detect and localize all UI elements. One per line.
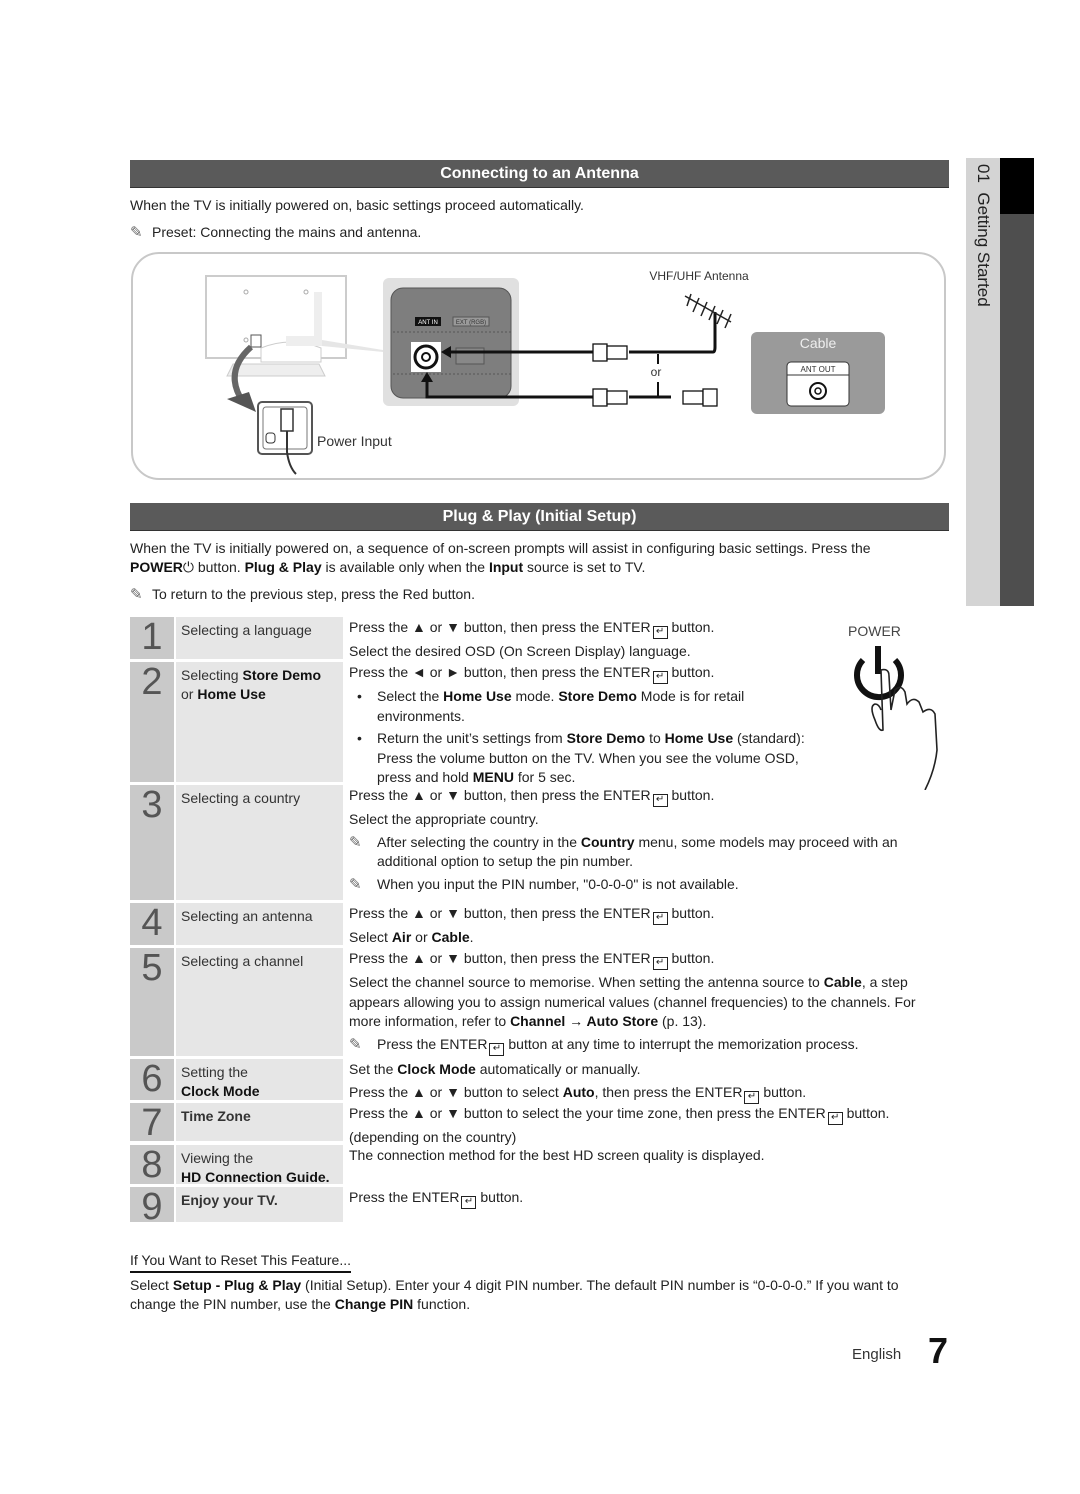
cable-label: Cable [800, 335, 837, 351]
step-row: 4 Selecting an antenna Press the ▲ or ▼ … [130, 903, 949, 945]
plug-play-intro: When the TV is initially powered on, a s… [130, 540, 871, 575]
power-input-illustration [257, 401, 313, 475]
step-title: Setting the Clock Mode [176, 1059, 343, 1100]
power-input-label: Power Input [317, 433, 392, 449]
step-title: Selecting a country [176, 785, 343, 900]
step-description: Press the ▲ or ▼ button, then press the … [349, 949, 949, 1059]
plug-play-note: ✎ To return to the previous step, press t… [130, 586, 475, 603]
step-number: 9 [130, 1187, 174, 1227]
step-number: 1 [130, 617, 174, 659]
enter-icon: ↵ [461, 1196, 477, 1209]
step-row: 3 Selecting a country Press the ▲ or ▼ b… [130, 785, 949, 900]
step-description: Press the ▲ or ▼ button, then press the … [349, 619, 715, 659]
antenna-note-text: Preset: Connecting the mains and antenna… [152, 224, 422, 240]
step-number: 3 [130, 785, 174, 900]
cable-box: Cable ANT OUT [751, 332, 885, 414]
power-symbol-icon: ⏻ [182, 559, 194, 575]
note-pencil-icon: ✎ [349, 1035, 362, 1053]
step-number: 4 [130, 903, 174, 945]
step-row: 1 Selecting a language Press the ▲ or ▼ … [130, 617, 949, 659]
diagram-graphic: ANT IN EXT (RGB) VHF/UHF Antenna or Cabl… [205, 269, 885, 475]
tv-rear-illustration [205, 275, 383, 412]
step-title: Selecting an antenna [176, 903, 343, 945]
footer-language: English [852, 1346, 902, 1363]
step-row: 9 Enjoy your TV. Press the ENTER ↵ button… [130, 1187, 949, 1227]
note-pencil-icon: ✎ [349, 833, 362, 851]
reset-heading: If You Want to Reset This Feature... [130, 1251, 352, 1273]
step-number: 8 [130, 1145, 174, 1185]
step-title: Time Zone [176, 1103, 343, 1141]
antenna-label: VHF/UHF Antenna [649, 269, 749, 283]
reset-text: Select Setup - Plug & Play (Initial Setu… [130, 1277, 899, 1312]
chapter-tab-bar [1000, 214, 1034, 606]
chapter-tab-label[interactable]: 01 Getting Started [966, 164, 1000, 364]
step-description: Press the ▲ or ▼ button, then press the … [349, 786, 949, 897]
step-title: Selecting a channel [176, 948, 343, 1056]
page-number: 7 [928, 1330, 949, 1371]
tv-port-panel: ANT IN EXT (RGB) [383, 278, 519, 406]
enter-icon: ↵ [652, 671, 668, 684]
step-row: 8 Viewing the HD Connection Guide. The co… [130, 1145, 949, 1185]
or-label: or [651, 365, 662, 379]
note-pencil-icon: ✎ [130, 224, 143, 241]
note-pencil-icon: ✎ [130, 586, 143, 603]
enter-icon: ↵ [652, 912, 668, 925]
bullet-item: Return the unit’s settings from Store De… [349, 729, 809, 788]
step-number: 2 [130, 662, 174, 782]
step-number: 6 [130, 1059, 174, 1100]
antenna-intro: When the TV is initially powered on, bas… [130, 197, 584, 213]
ext-label: EXT (RGB) [456, 320, 486, 326]
enter-icon: ↵ [652, 957, 668, 970]
chapter-title: Getting Started [974, 192, 993, 307]
step-row: 7 Time Zone Press the ▲ or ▼ button to s… [130, 1103, 949, 1145]
step-description: Press the ◄ or ► button, then press the … [349, 663, 809, 791]
step-description: Press the ENTER ↵ button. [349, 1189, 524, 1209]
step-description: Set the Clock Mode automatically or manu… [349, 1061, 807, 1104]
vhf-uhf-antenna-icon [684, 293, 732, 329]
step-title: Selecting a language [176, 617, 343, 659]
chapter-tab-marker [1000, 158, 1034, 214]
step-note: ✎ Press the ENTER ↵ button at any time to … [349, 1035, 859, 1056]
step-title: Selecting Store Demo or Home Use [176, 662, 343, 782]
step-row: 2 Selecting Store Demo or Home Use Press… [130, 662, 949, 785]
enter-icon: ↵ [652, 626, 668, 639]
antenna-connection-diagram: ANT IN EXT (RGB) VHF/UHF Antenna or Cabl… [131, 252, 946, 480]
enter-icon: ↵ [489, 1042, 505, 1056]
step-note: ✎ When you input the PIN number, "0-0-0-0… [349, 875, 739, 893]
enter-icon: ↵ [652, 794, 668, 807]
section-header-plug-play: Plug & Play (Initial Setup) [130, 503, 949, 531]
bullet-item: Select the Home Use mode. Store Demo Mod… [349, 687, 809, 726]
step-title: Enjoy your TV. [176, 1187, 343, 1222]
step-description: Press the ▲ or ▼ button to select the yo… [349, 1105, 890, 1145]
chapter-number: 01 [974, 164, 993, 183]
step-description: Press the ▲ or ▼ button, then press the … [349, 905, 715, 945]
enter-icon: ↵ [827, 1112, 843, 1125]
note-pencil-icon: ✎ [349, 875, 362, 893]
ant-in-label: ANT IN [418, 320, 438, 326]
step-number: 5 [130, 948, 174, 1056]
step-row: 5 Selecting a channel Press the ▲ or ▼ b… [130, 948, 949, 1056]
step-note: ✎ After selecting the country in the Coun… [349, 833, 898, 870]
step-number: 7 [130, 1103, 174, 1143]
enter-icon: ↵ [744, 1090, 760, 1104]
section-header-antenna: Connecting to an Antenna [130, 160, 949, 188]
step-title: Viewing the HD Connection Guide. [176, 1145, 343, 1185]
step-row: 6 Setting the Clock Mode Set the Clock Mo… [130, 1059, 949, 1104]
ant-out-label: ANT OUT [801, 365, 836, 374]
step-description: The connection method for the best HD sc… [349, 1147, 765, 1163]
antenna-note: ✎ Preset: Connecting the mains and antenn… [130, 223, 421, 242]
